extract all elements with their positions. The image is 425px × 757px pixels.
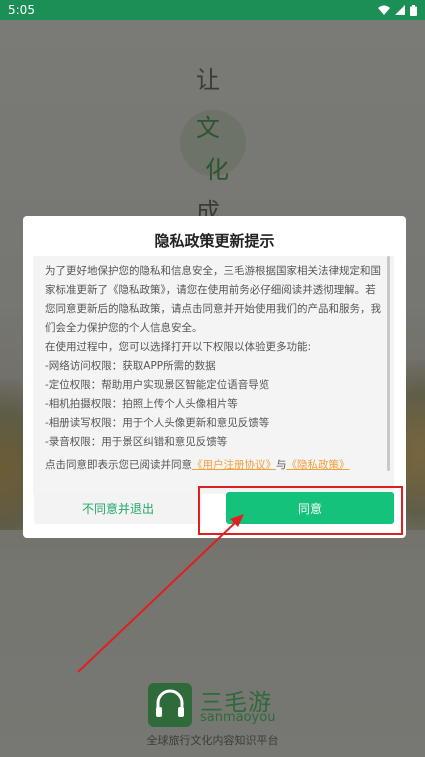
brand-tagline: 全球旅行文化内容知识平台 <box>146 734 279 747</box>
brand-name-en: sanmaoyou <box>200 710 276 725</box>
headphone-logo-icon <box>148 683 192 727</box>
annotation-arrow <box>77 514 244 673</box>
